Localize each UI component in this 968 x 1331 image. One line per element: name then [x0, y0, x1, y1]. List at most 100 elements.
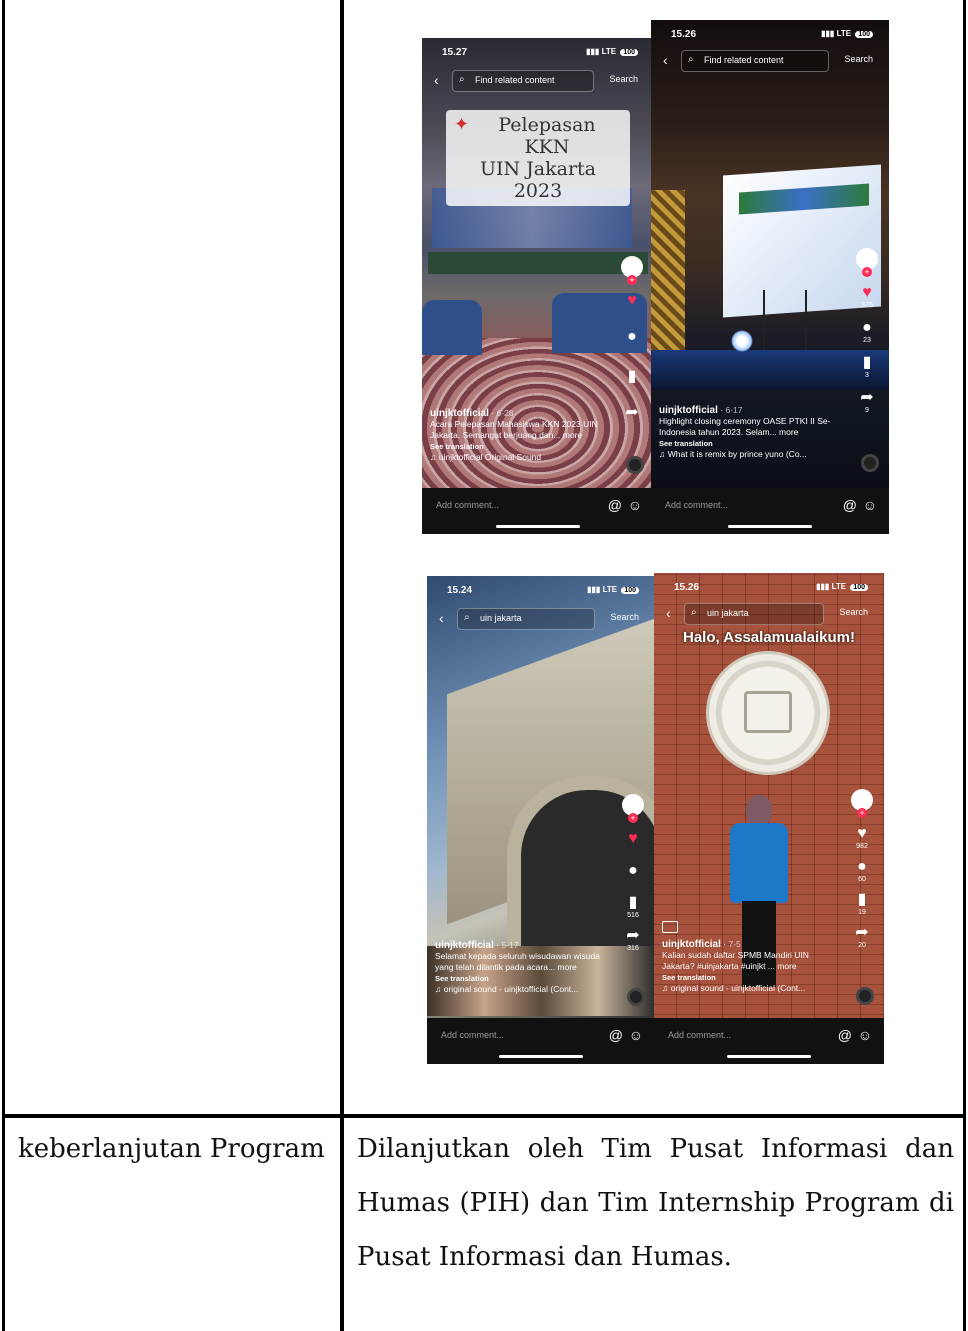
share-icon[interactable]: ➦	[618, 404, 646, 422]
comment-input[interactable]: Add comment...	[668, 1030, 731, 1040]
overlay-title-line2: UIN Jakarta 2023	[479, 158, 596, 202]
back-icon[interactable]: ‹	[434, 72, 439, 88]
search-button[interactable]: Search	[844, 54, 873, 64]
search-button[interactable]: Search	[610, 612, 639, 622]
heart-icon[interactable]: ♥	[619, 830, 647, 848]
comment-icon[interactable]: ●	[618, 328, 646, 346]
bookmark-icon[interactable]: ▮	[848, 891, 876, 909]
sound-disc-icon[interactable]	[856, 987, 874, 1005]
battery-icon: 100	[621, 587, 639, 594]
search-input[interactable]: ⌕ Find related content	[681, 50, 829, 72]
action-rail: ♥ 375 ● 23 ▮ 3 ➦ 9	[853, 248, 881, 414]
label-cell: keberlanjutan Program	[18, 1134, 325, 1164]
post-date: 7-5	[728, 939, 741, 949]
heart-icon[interactable]: ♥	[618, 292, 646, 310]
home-indicator	[499, 1055, 583, 1058]
search-button[interactable]: Search	[609, 74, 638, 84]
comment-icon[interactable]: ●	[619, 862, 647, 880]
sound-disc-icon[interactable]	[627, 988, 645, 1006]
action-rail: ♥ 982 ● 60 ▮ 19 ➦ 20	[848, 789, 876, 949]
creator-avatar[interactable]	[856, 248, 878, 277]
save-count: 3	[865, 372, 869, 379]
table-border-row	[2, 1114, 966, 1118]
see-translation-link[interactable]: See translation	[430, 441, 608, 452]
action-rail: ♥ ● ▮ 516 ➦ 316	[619, 794, 647, 952]
emoji-icon[interactable]: ☺	[863, 497, 877, 513]
caption-text: Highlight closing ceremony OASE PTKI II …	[659, 416, 831, 437]
comment-bar: Add comment... @ ☺	[422, 488, 654, 534]
comment-count: 60	[858, 876, 866, 883]
creator-username[interactable]: uinjktofficial	[435, 940, 494, 951]
search-input[interactable]: ⌕ uin jakarta	[684, 603, 824, 625]
comment-count: 23	[863, 337, 871, 344]
sound-label[interactable]: ♫ uinjktofficial Original Sound	[430, 452, 608, 463]
search-input[interactable]: ⌕ Find related content	[452, 70, 594, 92]
bookmark-icon[interactable]: ▮	[618, 368, 646, 386]
video-caption: uinjktofficial · 6-17 Highlight closing …	[659, 405, 843, 460]
post-date: 5-17	[501, 940, 519, 950]
person-head	[746, 795, 772, 825]
creator-username[interactable]: uinjktofficial	[430, 408, 489, 419]
mention-icon[interactable]: @	[608, 497, 622, 513]
more-options-icon[interactable]	[861, 454, 879, 472]
like-count: 375	[861, 302, 873, 309]
mention-icon[interactable]: @	[843, 497, 857, 513]
search-bar: ‹ ⌕ uin jakarta Search	[662, 603, 876, 625]
bookmark-icon[interactable]: ▮	[619, 894, 647, 912]
sound-disc-icon[interactable]	[626, 456, 644, 474]
captions-toggle-icon[interactable]	[662, 921, 678, 933]
audience-left	[422, 300, 482, 355]
sound-label[interactable]: ♫ What it is remix by prince yuno (Co...	[659, 449, 843, 460]
emoji-icon[interactable]: ☺	[628, 497, 642, 513]
search-bar: ‹ ⌕ Find related content Search	[430, 70, 646, 92]
screenshot-building: 15.24 ▮▮▮ LTE 100 ‹ ⌕ uin jakarta Search…	[427, 576, 655, 1064]
person-jacket	[730, 823, 788, 903]
creator-avatar[interactable]	[621, 256, 643, 285]
action-rail: ♥ ● ▮ ➦	[618, 256, 646, 422]
search-query: uin jakarta	[480, 613, 522, 623]
comment-input[interactable]: Add comment...	[441, 1030, 504, 1040]
creator-avatar[interactable]	[622, 794, 644, 823]
signal-icon: ▮▮▮	[586, 47, 600, 56]
home-indicator	[727, 1055, 811, 1058]
comment-bar: Add comment... @ ☺	[427, 1018, 655, 1064]
creator-username[interactable]: uinjktofficial	[659, 405, 718, 416]
comment-icon[interactable]: ●	[848, 858, 876, 876]
share-icon[interactable]: ➦	[853, 389, 881, 407]
value-line-1: Dilanjutkan oleh Tim Pusat Informasi dan	[357, 1134, 954, 1164]
see-translation-link[interactable]: See translation	[662, 972, 838, 983]
creator-avatar[interactable]	[851, 789, 873, 818]
value-line-3: Pusat Informasi dan Humas.	[357, 1242, 732, 1272]
mention-icon[interactable]: @	[609, 1027, 623, 1043]
back-icon[interactable]: ‹	[663, 52, 668, 68]
mention-icon[interactable]: @	[838, 1027, 852, 1043]
share-icon[interactable]: ➦	[848, 924, 876, 942]
emoji-icon[interactable]: ☺	[629, 1027, 643, 1043]
caption-text: Selamat kepada seluruh wisudawan wisuda …	[435, 951, 600, 972]
search-query: Find related content	[704, 55, 784, 65]
creator-username[interactable]: uinjktofficial	[662, 939, 721, 950]
back-icon[interactable]: ‹	[666, 605, 671, 621]
see-translation-link[interactable]: See translation	[435, 973, 609, 984]
home-indicator	[496, 525, 580, 528]
back-icon[interactable]: ‹	[439, 610, 444, 626]
heart-icon[interactable]: ♥	[848, 825, 876, 843]
keyboard-stand	[763, 290, 807, 350]
battery-icon: 100	[855, 31, 873, 38]
comment-icon[interactable]: ●	[853, 319, 881, 337]
battery-icon: 100	[620, 49, 638, 56]
search-input[interactable]: ⌕ uin jakarta	[457, 608, 595, 630]
comment-input[interactable]: Add comment...	[665, 500, 728, 510]
search-bar: ‹ ⌕ uin jakarta Search	[435, 608, 647, 630]
video-caption: uinjktofficial · 7-5 Kalian sudah daftar…	[662, 939, 838, 994]
heart-icon[interactable]: ♥	[853, 284, 881, 302]
bookmark-icon[interactable]: ▮	[853, 354, 881, 372]
comment-input[interactable]: Add comment...	[436, 500, 499, 510]
search-button[interactable]: Search	[839, 607, 868, 617]
sound-label[interactable]: ♫ original sound - uinjktofficial (Cont.…	[662, 983, 838, 994]
see-translation-link[interactable]: See translation	[659, 438, 843, 449]
share-icon[interactable]: ➦	[619, 927, 647, 945]
sound-label[interactable]: ♫ original sound - uinjktofficial (Cont.…	[435, 984, 609, 995]
status-time: 15.24	[447, 585, 473, 596]
emoji-icon[interactable]: ☺	[858, 1027, 872, 1043]
